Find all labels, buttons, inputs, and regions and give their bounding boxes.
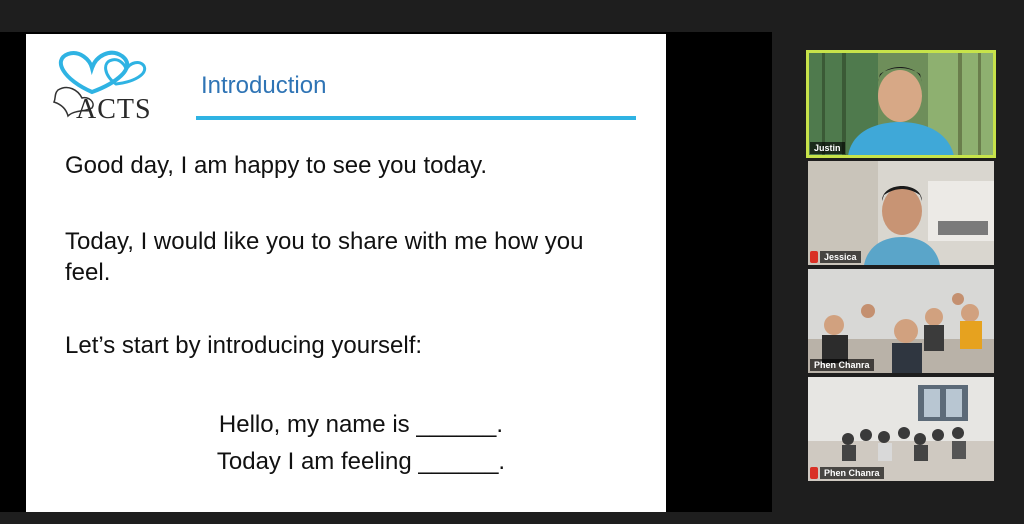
participant-tile-justin[interactable]: Justin xyxy=(806,50,996,158)
slide-fill-in-lines: Hello, my name is ______. Today I am fee… xyxy=(26,406,666,480)
video-feed xyxy=(808,161,994,265)
slide-line-greeting: Good day, I am happy to see you today. xyxy=(65,152,488,179)
video-feed xyxy=(808,269,994,373)
slide-line-introduce: Let’s start by introducing yourself: xyxy=(65,332,423,359)
participant-tile-phen-chanra-1[interactable]: Phen Chanra xyxy=(808,269,994,373)
participant-name: Phen Chanra xyxy=(820,467,884,479)
video-feed xyxy=(808,377,994,481)
mic-muted-icon xyxy=(810,251,818,263)
logo-text: ACTS xyxy=(76,94,152,125)
mic-muted-icon xyxy=(810,467,818,479)
slide-line-share: Today, I would like you to share with me… xyxy=(65,228,584,286)
participant-tile-jessica[interactable]: Jessica xyxy=(808,161,994,265)
title-underline xyxy=(196,116,636,120)
participant-name: Jessica xyxy=(820,251,861,263)
presentation-slide: ACTS Introduction Good day, I am happy t… xyxy=(26,34,666,512)
participant-name: Phen Chanra xyxy=(810,359,874,371)
participant-tile-phen-chanra-2[interactable]: Phen Chanra xyxy=(808,377,994,481)
participant-name: Justin xyxy=(810,142,845,154)
meeting-top-bar xyxy=(0,0,1024,32)
slide-line-name: Hello, my name is ______. xyxy=(218,411,504,438)
slide-title: Introduction xyxy=(201,72,327,99)
slide-line-feeling: Today I am feeling ______. xyxy=(216,448,506,475)
video-feed xyxy=(808,52,994,156)
